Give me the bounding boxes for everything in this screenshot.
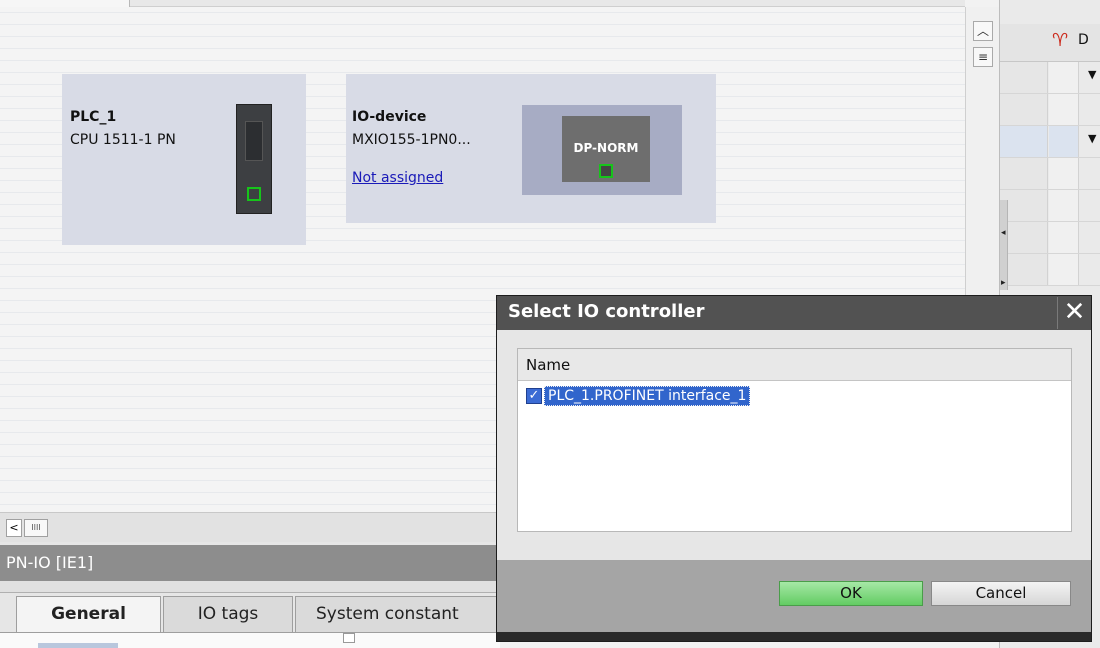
list-item[interactable]: ✓ PLC_1.PROFINET interface_1 [526,385,751,407]
table-row[interactable]: ▼ [1000,126,1100,158]
scroll-left-icon[interactable]: < [6,519,22,537]
dialog-body: Name ✓ PLC_1.PROFINET interface_1 [497,330,1091,560]
io-device-status-led-icon [599,164,613,178]
io-device-icon-area: DP-NORM [522,105,682,195]
close-icon[interactable]: ✕ [1057,297,1091,329]
io-device-icon-label: DP-NORM [573,141,639,155]
dropdown-arrow-icon[interactable]: ▼ [1088,132,1096,145]
io-device-type: MXIO155-1PN0... [352,132,471,148]
io-controller-list[interactable]: Name ✓ PLC_1.PROFINET interface_1 [517,348,1072,532]
table-row[interactable] [1000,94,1100,126]
list-header-name[interactable]: Name [518,349,1071,381]
plc-status-led-icon [247,187,261,201]
canvas-top-bar [0,0,965,7]
list-item-label[interactable]: PLC_1.PROFINET interface_1 [544,386,751,406]
plc-module-slot [245,121,263,161]
io-device-box[interactable]: IO-device MXIO155-1PN0... Not assigned D… [346,74,716,223]
table-row[interactable] [1000,254,1100,286]
collapse-left-icon[interactable]: ◂ [1001,228,1006,238]
table-row[interactable] [1000,190,1100,222]
dialog-button-bar: OK Cancel [497,560,1091,632]
cancel-button[interactable]: Cancel [931,581,1071,606]
inspector-tab-bar [0,581,500,593]
inspector-panel: PN-IO [IE1] General IO tags System const… [0,542,500,648]
table-row[interactable] [1000,158,1100,190]
tag-icon: ♈ [1052,30,1069,51]
scroll-menu-icon[interactable]: ≡ [973,47,993,67]
dialog-title: Select IO controller [497,296,1091,330]
canvas-horizontal-scrollbar[interactable]: < IIII [0,512,500,542]
device-table-header: ♈ D [1000,24,1100,62]
canvas-tab-stub [0,0,130,7]
table-row[interactable] [1000,222,1100,254]
tab-system-constants[interactable]: System constant [295,596,500,632]
inspector-field[interactable] [343,633,355,643]
inspector-content [0,632,500,648]
inspector-title: PN-IO [IE1] [0,545,500,581]
panel-splitter[interactable] [1000,200,1008,290]
dialog-footer [497,632,1091,641]
io-device-module-icon: DP-NORM [562,116,650,182]
checkbox-checked-icon[interactable]: ✓ [526,388,542,404]
scroll-up-icon[interactable]: ︿ [973,21,993,41]
tab-general[interactable]: General [16,596,161,632]
plc-type: CPU 1511-1 PN [70,132,176,148]
ok-button[interactable]: OK [779,581,923,606]
io-device-name: IO-device [352,109,427,125]
table-row[interactable]: ▼ [1000,62,1100,94]
dropdown-arrow-icon[interactable]: ▼ [1088,68,1096,81]
expand-right-icon[interactable]: ▸ [1001,278,1006,288]
not-assigned-link[interactable]: Not assigned [352,170,443,186]
inspector-nav-item[interactable] [38,643,118,648]
device-table-column-header[interactable]: D [1078,32,1089,48]
plc-module-icon [236,104,272,214]
scroll-thumb[interactable]: IIII [24,519,48,537]
plc-device-box[interactable]: PLC_1 CPU 1511-1 PN [62,74,306,245]
tab-io-tags[interactable]: IO tags [163,596,293,632]
select-io-controller-dialog: Select IO controller ✕ Name ✓ PLC_1.PROF… [496,295,1092,642]
plc-name: PLC_1 [70,109,117,125]
